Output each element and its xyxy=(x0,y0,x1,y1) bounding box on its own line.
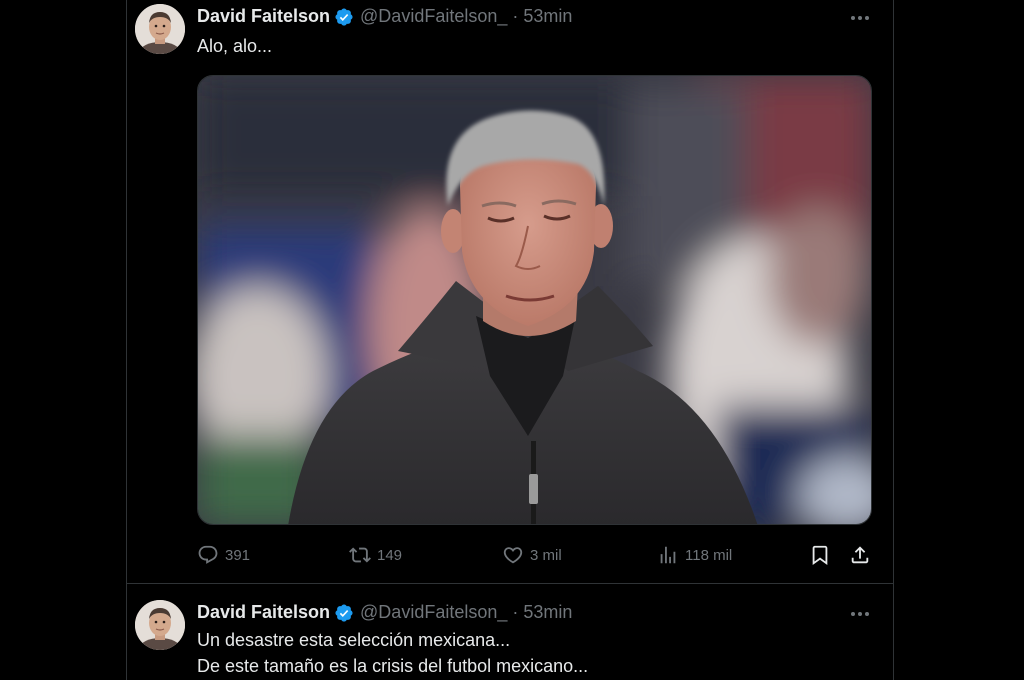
verified-badge-icon xyxy=(334,7,354,27)
timeline: David Faitelson @DavidFaitelson_ · 53min xyxy=(126,0,894,680)
tweet-header: David Faitelson @DavidFaitelson_ · 53min xyxy=(197,6,572,27)
views-button[interactable]: 118 mil xyxy=(657,540,732,570)
like-button[interactable]: 3 mil xyxy=(502,540,562,570)
tweet[interactable]: David Faitelson @DavidFaitelson_ · 53min xyxy=(127,584,893,680)
more-options-button[interactable] xyxy=(843,602,877,624)
more-horizontal-icon xyxy=(850,604,870,622)
retweet-icon xyxy=(349,544,371,566)
tweet-text: Alo, alo... xyxy=(197,33,272,59)
tweet[interactable]: David Faitelson @DavidFaitelson_ · 53min xyxy=(127,0,893,584)
bookmark-icon xyxy=(809,544,831,566)
page: David Faitelson @DavidFaitelson_ · 53min xyxy=(0,0,1024,680)
reply-button[interactable]: 391 xyxy=(197,540,250,570)
separator-dot: · xyxy=(512,6,519,26)
tweet-header: David Faitelson @DavidFaitelson_ · 53min xyxy=(197,602,572,623)
reply-count: 391 xyxy=(225,546,251,564)
more-options-button[interactable] xyxy=(843,6,877,28)
author-name[interactable]: David Faitelson xyxy=(197,6,330,27)
separator-dot: · xyxy=(512,602,519,622)
timestamp[interactable]: 53min xyxy=(523,6,572,27)
tweet-text-line: Alo, alo... xyxy=(197,36,273,56)
share-icon xyxy=(849,544,871,566)
bookmark-button[interactable] xyxy=(809,540,831,570)
reply-icon xyxy=(197,544,219,566)
views-chart-icon xyxy=(657,544,679,566)
tweet-text: Un desastre esta selección mexicana... D… xyxy=(197,627,588,679)
retweet-count: 149 xyxy=(377,546,403,564)
timestamp[interactable]: 53min xyxy=(523,602,572,623)
author-handle[interactable]: @DavidFaitelson_ xyxy=(360,6,507,27)
tweet-text-line: De este tamaño es la crisis del futbol m… xyxy=(197,656,589,676)
views-count: 118 mil xyxy=(685,546,733,564)
author-handle[interactable]: @DavidFaitelson_ xyxy=(360,602,507,623)
more-horizontal-icon xyxy=(850,8,870,26)
verified-badge-icon xyxy=(334,603,354,623)
like-count: 3 mil xyxy=(530,546,562,564)
retweet-button[interactable]: 149 xyxy=(349,540,402,570)
heart-icon xyxy=(502,544,524,566)
avatar[interactable] xyxy=(135,600,185,650)
tweet-actions: 391 149 3 mil 118 mil xyxy=(197,540,877,570)
tweet-text-line: Un desastre esta selección mexicana... xyxy=(197,630,511,650)
share-button[interactable] xyxy=(849,540,871,570)
author-name[interactable]: David Faitelson xyxy=(197,602,330,623)
avatar[interactable] xyxy=(135,4,185,54)
tweet-photo[interactable] xyxy=(197,75,872,525)
